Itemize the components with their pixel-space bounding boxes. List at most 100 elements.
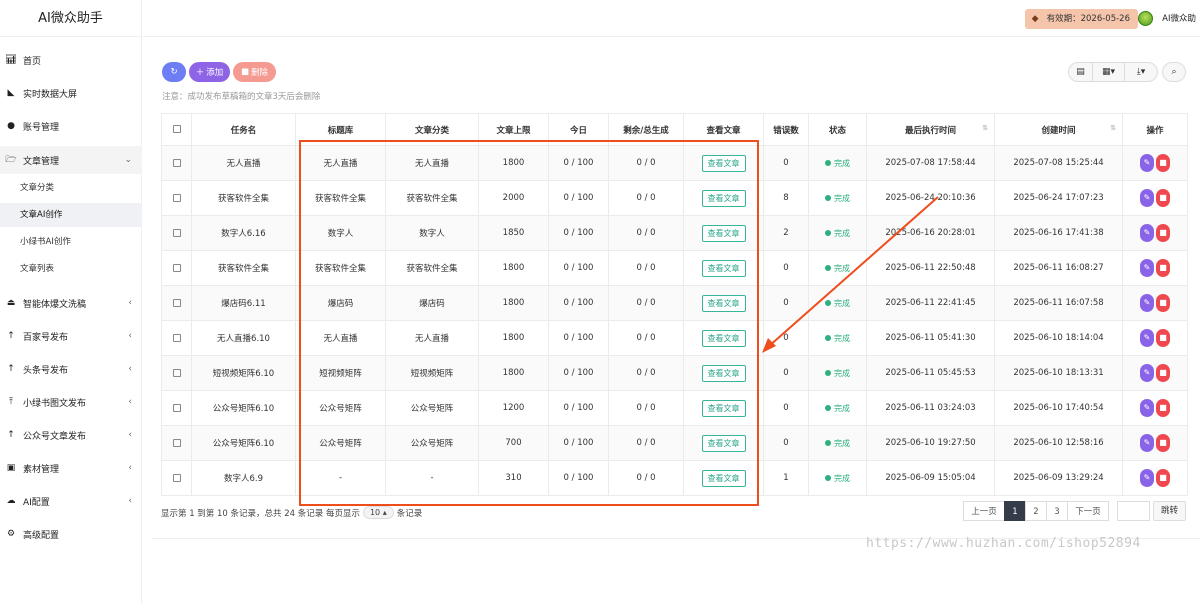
row-checkbox[interactable] — [172, 368, 181, 377]
avatar[interactable] — [1138, 11, 1153, 26]
sidebar-item-materials[interactable]: ▣ 素材管理 ‹ — [0, 455, 142, 481]
edit-button[interactable]: ✎ — [1140, 224, 1154, 242]
delete-row-button[interactable]: ■ — [1156, 469, 1170, 487]
sidebar-item-realtime-dashboard[interactable]: ◣ 实时数据大屏 — [0, 80, 142, 106]
remain-cell: 0 / 0 — [608, 390, 684, 426]
sidebar-item-advanced-config[interactable]: ⚙ 高级配置 — [0, 521, 142, 547]
row-select-cell[interactable] — [161, 285, 192, 321]
delete-row-button[interactable]: ■ — [1156, 399, 1170, 417]
edit-button[interactable]: ✎ — [1140, 329, 1154, 347]
delete-button[interactable]: ■ 删除 — [233, 62, 276, 82]
table-row: 爆店码6.11 爆店码 爆店码 1800 0 / 100 0 / 0 查看文章 0 完成 2025… — [161, 285, 1188, 321]
delete-row-button[interactable]: ■ — [1156, 259, 1170, 277]
col-created[interactable]: 创建时间 ⇅ — [994, 113, 1123, 146]
view-article-button[interactable]: 查看文章 — [701, 364, 746, 382]
row-checkbox[interactable] — [172, 333, 181, 342]
row-select-cell[interactable] — [161, 215, 192, 251]
edit-button[interactable]: ✎ — [1140, 259, 1154, 277]
sidebar-item-articles[interactable]: 🗁 文章管理 ⌄ — [0, 146, 142, 174]
delete-row-button[interactable]: ■ — [1156, 329, 1170, 347]
delete-button-label: 删除 — [251, 68, 269, 78]
edit-button[interactable]: ✎ — [1140, 399, 1154, 417]
jump-page-input[interactable] — [1117, 501, 1150, 521]
delete-row-button[interactable]: ■ — [1156, 154, 1170, 172]
sidebar-subitem-article-ai-create[interactable]: 文章AI创作 — [0, 203, 142, 227]
today-cell: 0 / 100 — [548, 285, 609, 321]
view-article-button[interactable]: 查看文章 — [701, 434, 746, 452]
page-button-1[interactable]: 1 — [1004, 501, 1026, 521]
export-button[interactable]: ⤓▾ — [1125, 63, 1157, 81]
view-article-button[interactable]: 查看文章 — [701, 259, 746, 277]
sidebar-subitem-article-list[interactable]: 文章列表 — [0, 257, 142, 281]
edit-button[interactable]: ✎ — [1140, 469, 1154, 487]
delete-row-button[interactable]: ■ — [1156, 364, 1170, 382]
col-last-run[interactable]: 最后执行时间 ⇅ — [866, 113, 995, 146]
sidebar-item-smart-rewrite[interactable]: ⏏ 智能体爆文洗稿 ‹ — [0, 290, 142, 316]
view-article-button[interactable]: 查看文章 — [701, 224, 746, 242]
delete-row-button[interactable]: ■ — [1156, 224, 1170, 242]
delete-row-button[interactable]: ■ — [1156, 434, 1170, 452]
card-view-button[interactable]: ▤ — [1069, 63, 1093, 81]
edit-button[interactable]: ✎ — [1140, 294, 1154, 312]
sidebar-item-gongzhonghao[interactable]: ↑ 公众号文章发布 ‹ — [0, 422, 142, 448]
view-cell: 查看文章 — [683, 390, 764, 426]
view-cell: 查看文章 — [683, 250, 764, 286]
row-checkbox[interactable] — [172, 263, 181, 272]
search-button[interactable]: ⌕ — [1162, 62, 1186, 82]
row-checkbox[interactable] — [172, 438, 181, 447]
next-page-button[interactable]: 下一页 — [1067, 501, 1109, 521]
row-checkbox[interactable] — [172, 193, 181, 202]
page-button-3[interactable]: 3 — [1046, 501, 1068, 521]
row-select-cell[interactable] — [161, 390, 192, 426]
row-checkbox[interactable] — [172, 158, 181, 167]
add-button[interactable]: ＋ 添加 — [189, 62, 230, 82]
sidebar-item-baijiahao[interactable]: ↑ 百家号发布 ‹ — [0, 323, 142, 349]
edit-button[interactable]: ✎ — [1140, 189, 1154, 207]
sidebar-item-toutiao[interactable]: ↑ 头条号发布 ‹ — [0, 356, 142, 382]
sidebar-subitem-xiaolvshu-ai-create[interactable]: 小绿书AI创作 — [0, 230, 142, 254]
row-select-cell[interactable] — [161, 460, 192, 496]
row-select-cell[interactable] — [161, 250, 192, 286]
remain-cell: 0 / 0 — [608, 145, 684, 181]
status-cell: 完成 — [808, 145, 867, 181]
row-select-cell[interactable] — [161, 355, 192, 391]
limit-cell: 1800 — [478, 145, 549, 181]
page-size-select[interactable]: 10 ▴ — [362, 506, 394, 519]
view-article-button[interactable]: 查看文章 — [701, 189, 746, 207]
sidebar-item-ai-config[interactable]: ☁ AI配置 ‹ — [0, 488, 142, 514]
row-checkbox[interactable] — [172, 298, 181, 307]
row-select-cell[interactable] — [161, 425, 192, 461]
prev-page-button[interactable]: 上一页 — [963, 501, 1005, 521]
actions-cell: ✎ ■ — [1122, 320, 1188, 356]
jump-button[interactable]: 跳转 — [1153, 501, 1186, 521]
sidebar-item-accounts[interactable]: ● 账号管理 — [0, 113, 142, 139]
row-select-cell[interactable] — [161, 145, 192, 181]
row-checkbox[interactable] — [172, 228, 181, 237]
sidebar-subitem-article-category[interactable]: 文章分类 — [0, 176, 142, 200]
view-article-button[interactable]: 查看文章 — [701, 469, 746, 487]
select-all-cell[interactable] — [161, 113, 192, 146]
username[interactable]: AI微众助 — [1162, 12, 1196, 24]
pagination-info: 显示第 1 到第 10 条记录，总共 24 条记录 每页显示 10 ▴ 条记录 — [161, 506, 422, 519]
view-article-button[interactable]: 查看文章 — [701, 294, 746, 312]
col-today: 今日 — [548, 113, 609, 146]
sidebar-item-xiaolvshu[interactable]: ⤒ 小绿书图文发布 ‹ — [0, 389, 142, 415]
select-all-checkbox[interactable] — [172, 125, 181, 133]
chevron-down-icon: ⌄ — [124, 155, 132, 165]
row-select-cell[interactable] — [161, 180, 192, 216]
edit-button[interactable]: ✎ — [1140, 364, 1154, 382]
delete-row-button[interactable]: ■ — [1156, 189, 1170, 207]
columns-button[interactable]: ▦▾ — [1093, 63, 1125, 81]
sidebar-item-home[interactable]: 📊︎ 首页 — [0, 47, 142, 73]
edit-button[interactable]: ✎ — [1140, 154, 1154, 172]
refresh-button[interactable]: ↻ — [162, 62, 186, 82]
row-checkbox[interactable] — [172, 473, 181, 482]
view-article-button[interactable]: 查看文章 — [701, 329, 746, 347]
view-article-button[interactable]: 查看文章 — [701, 399, 746, 417]
page-button-2[interactable]: 2 — [1025, 501, 1047, 521]
edit-button[interactable]: ✎ — [1140, 434, 1154, 452]
delete-row-button[interactable]: ■ — [1156, 294, 1170, 312]
row-checkbox[interactable] — [172, 403, 181, 412]
view-article-button[interactable]: 查看文章 — [701, 154, 746, 172]
row-select-cell[interactable] — [161, 320, 192, 356]
